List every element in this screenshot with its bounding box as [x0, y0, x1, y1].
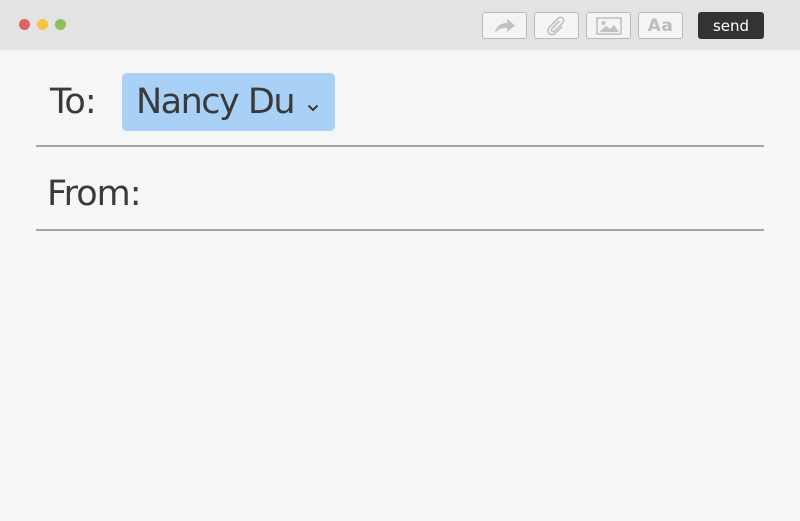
maximize-window-button[interactable]	[55, 19, 66, 30]
divider	[36, 229, 764, 231]
font-button[interactable]: Aa	[638, 12, 683, 39]
divider	[36, 145, 764, 147]
window-titlebar: Aa send	[0, 0, 800, 50]
insert-image-button[interactable]	[586, 12, 631, 39]
from-label: From:	[47, 174, 142, 214]
message-body-field[interactable]	[36, 240, 764, 510]
image-icon	[595, 16, 622, 35]
minimize-window-button[interactable]	[37, 19, 48, 30]
attach-button[interactable]	[534, 12, 579, 39]
from-field[interactable]	[160, 170, 760, 218]
close-window-button[interactable]	[19, 19, 30, 30]
chevron-down-icon[interactable]	[307, 97, 319, 116]
forward-arrow-icon	[493, 17, 517, 35]
paperclip-icon	[546, 15, 568, 37]
recipient-name: Nancy Du	[136, 82, 296, 122]
recipient-chip[interactable]: Nancy Du	[122, 73, 335, 131]
to-label: To:	[50, 82, 97, 122]
font-icon: Aa	[647, 15, 674, 36]
send-button[interactable]: send	[698, 12, 764, 39]
forward-button[interactable]	[482, 12, 527, 39]
